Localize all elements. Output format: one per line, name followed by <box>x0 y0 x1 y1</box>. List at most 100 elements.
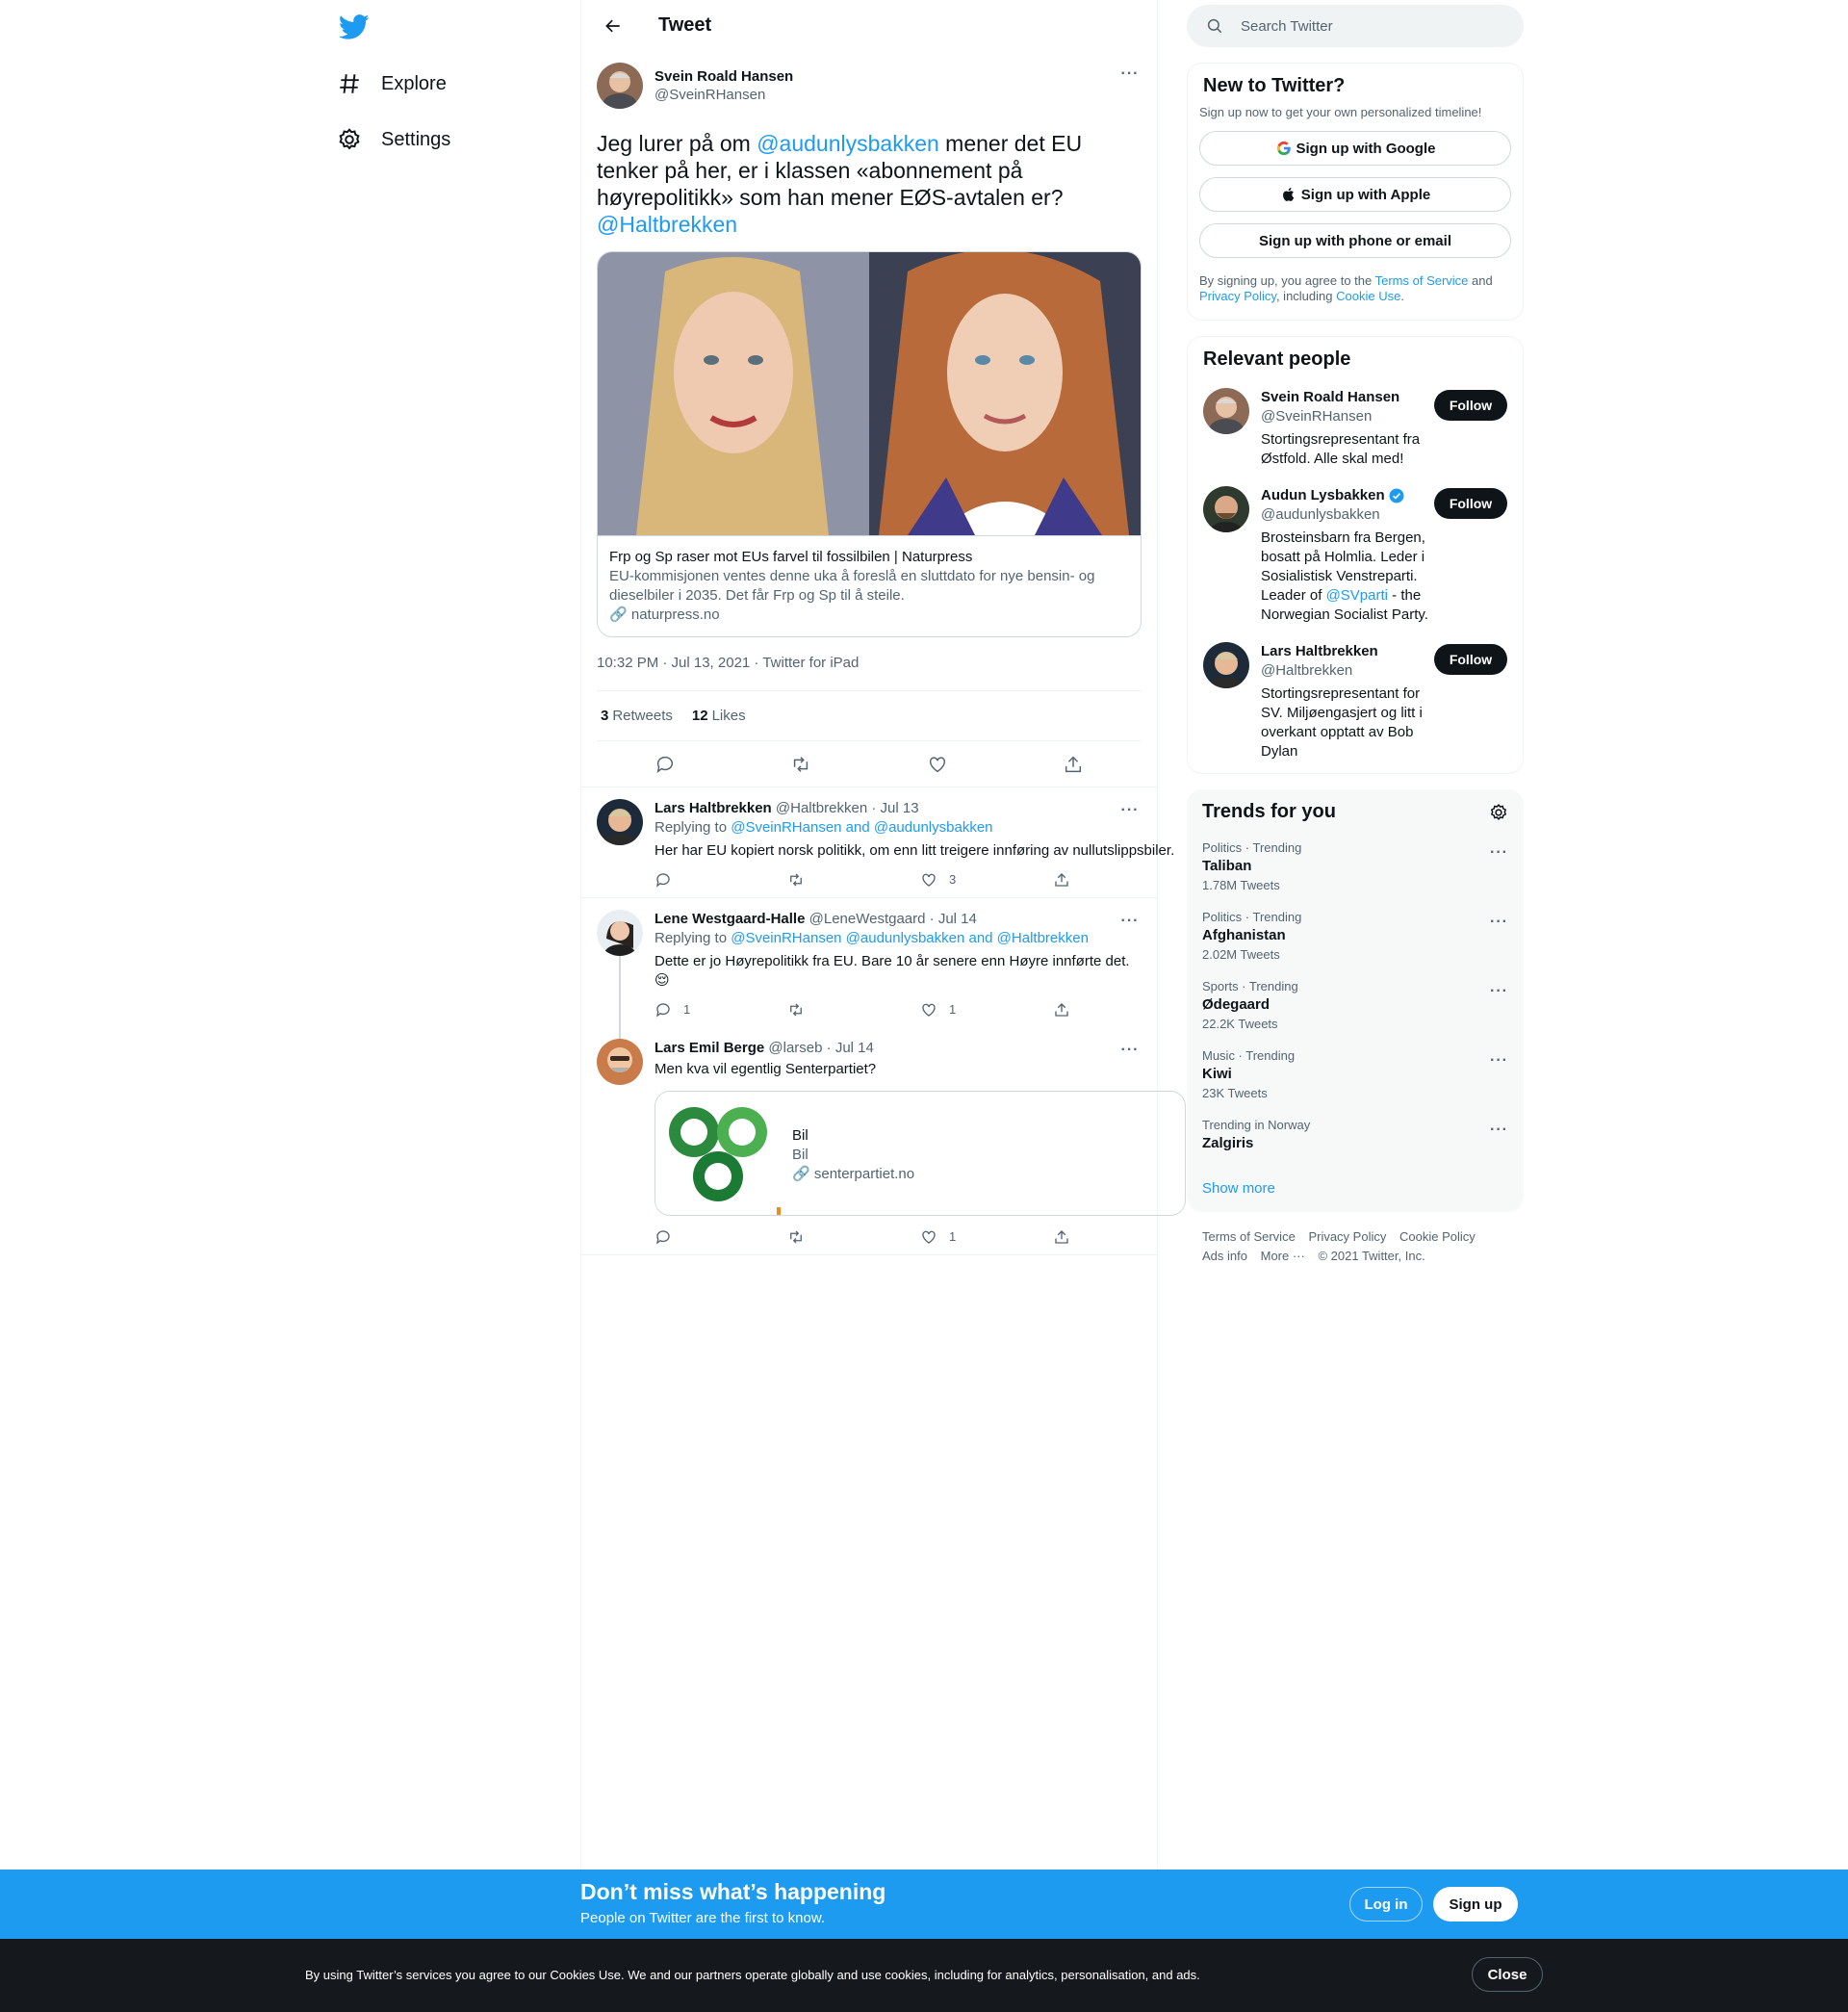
reply-action[interactable] <box>654 1228 787 1246</box>
link-card[interactable]: Bil Bil 🔗 senterpartiet.no <box>654 1091 1186 1216</box>
person-item[interactable]: Lars Haltbrekken @Haltbrekken Stortingsr… <box>1203 642 1507 761</box>
signup-banner: Don’t miss what’s happening People on Tw… <box>0 1870 1848 1939</box>
author-handle[interactable]: @SveinRHansen <box>654 87 793 103</box>
avatar[interactable] <box>597 799 643 845</box>
tweet-more-button[interactable]: ··· <box>1118 910 1142 933</box>
reply-date[interactable]: · Jul 13 <box>871 800 918 816</box>
person-handle[interactable]: @Haltbrekken <box>1261 661 1434 681</box>
login-button[interactable]: Log in <box>1349 1887 1423 1922</box>
reply-author-name[interactable]: Lars Emil Berge <box>654 1040 764 1056</box>
footer-more-link[interactable]: More ··· <box>1261 1249 1305 1263</box>
gear-icon[interactable] <box>1489 803 1508 822</box>
trend-item[interactable]: Trending in Norway Zalgiris ··· <box>1202 1118 1508 1151</box>
trend-item[interactable]: Politics · Trending Afghanistan 2.02M Tw… <box>1202 910 1508 962</box>
signup-google-button[interactable]: Sign up with Google <box>1199 131 1511 166</box>
reply-author-handle[interactable]: @Haltbrekken <box>776 800 867 816</box>
reply-date[interactable]: · Jul 14 <box>827 1040 874 1056</box>
person-item[interactable]: Audun Lysbakken @audunlysbakken Brostein… <box>1203 486 1507 625</box>
avatar[interactable] <box>597 910 643 956</box>
reply-action[interactable] <box>654 871 787 889</box>
privacy-link[interactable]: Privacy Policy <box>1199 289 1276 303</box>
reply-tweet[interactable]: ··· Lars Haltbrekken @Haltbrekken · Jul … <box>581 787 1174 897</box>
replying-to-links[interactable]: @SveinRHansen @audunlysbakken and @Haltb… <box>731 930 1089 946</box>
trend-more-button[interactable]: ··· <box>1490 914 1508 931</box>
trend-more-button[interactable]: ··· <box>1490 844 1508 862</box>
back-button[interactable] <box>597 10 629 42</box>
trend-more-button[interactable]: ··· <box>1490 983 1508 1000</box>
tweet-more-button[interactable]: ··· <box>1118 1039 1142 1062</box>
like-action[interactable]: 1 <box>920 1000 1053 1019</box>
author-name[interactable]: Svein Roald Hansen <box>654 68 793 85</box>
trend-item[interactable]: Politics · Trending Taliban 1.78M Tweets… <box>1202 840 1508 892</box>
reply-action[interactable]: 1 <box>654 1000 787 1019</box>
signup-phone-button[interactable]: Sign up with phone or email <box>1199 223 1511 258</box>
follow-button[interactable]: Follow <box>1434 644 1507 675</box>
footer-cookie-link[interactable]: Cookie Policy <box>1399 1229 1476 1244</box>
avatar[interactable] <box>597 63 643 109</box>
nav-settings[interactable]: Settings <box>337 120 450 159</box>
share-action[interactable] <box>1053 1001 1186 1019</box>
retweet-count[interactable]: 3 Retweets <box>601 708 673 724</box>
avatar[interactable] <box>1203 388 1249 434</box>
senterpartiet-logo <box>655 1092 781 1215</box>
trend-more-button[interactable]: ··· <box>1490 1052 1508 1070</box>
trend-item[interactable]: Music · Trending Kiwi 23K Tweets ··· <box>1202 1048 1508 1100</box>
follow-button[interactable]: Follow <box>1434 488 1507 519</box>
divider <box>581 1254 1157 1255</box>
person-item[interactable]: Svein Roald Hansen @SveinRHansen Stortin… <box>1203 388 1507 469</box>
cookie-link[interactable]: Cookie Use <box>1336 289 1400 303</box>
reply-icon[interactable] <box>654 754 676 775</box>
bio-mention-link[interactable]: @SVparti <box>1326 587 1388 604</box>
avatar[interactable] <box>1203 486 1249 532</box>
reply-tweet[interactable]: ··· Lene Westgaard-Halle @LeneWestgaard … <box>581 897 1157 1047</box>
legal-text: . <box>1400 289 1404 303</box>
tos-link[interactable]: Terms of Service <box>1375 273 1469 288</box>
like-action[interactable]: 3 <box>920 870 1053 890</box>
avatar[interactable] <box>597 1039 643 1085</box>
mention-link[interactable]: @Haltbrekken <box>597 212 737 237</box>
link-card[interactable]: Frp og Sp raser mot EUs farvel til fossi… <box>597 251 1142 637</box>
share-icon[interactable] <box>1063 754 1084 775</box>
like-count[interactable]: 12 Likes <box>692 708 746 724</box>
retweet-action[interactable] <box>787 1228 920 1246</box>
tweet-more-button[interactable]: ··· <box>1118 799 1142 822</box>
reply-author-handle[interactable]: @larseb <box>768 1040 822 1056</box>
search-input[interactable]: Search Twitter <box>1187 5 1524 47</box>
replying-to-links[interactable]: @SveinRHansen and @audunlysbakken <box>731 819 992 836</box>
nav-explore[interactable]: Explore <box>337 64 447 103</box>
share-action[interactable] <box>1053 1228 1186 1246</box>
footer-privacy-link[interactable]: Privacy Policy <box>1308 1229 1386 1244</box>
reply-date[interactable]: · Jul 14 <box>930 911 977 927</box>
reply-tweet[interactable]: ··· Lars Emil Berge @larseb · Jul 14 Men… <box>581 1027 1186 1254</box>
mention-link[interactable]: @audunlysbakken <box>757 131 939 156</box>
trend-name: Afghanistan <box>1202 927 1286 943</box>
heart-icon[interactable] <box>927 754 948 775</box>
reply-author-name[interactable]: Lene Westgaard-Halle <box>654 911 805 927</box>
twitter-logo-icon[interactable] <box>338 12 370 42</box>
retweet-action[interactable] <box>787 1001 920 1019</box>
trend-more-button[interactable]: ··· <box>1490 1122 1508 1139</box>
tweet-timestamp[interactable]: 10:32 PM · Jul 13, 2021 · Twitter for iP… <box>597 655 1142 690</box>
retweet-action[interactable] <box>787 871 920 889</box>
tweet-more-button[interactable]: ··· <box>1118 63 1142 86</box>
cookie-close-button[interactable]: Close <box>1472 1957 1543 1992</box>
footer-ads-link[interactable]: Ads info <box>1202 1249 1247 1263</box>
retweet-icon[interactable] <box>790 754 811 775</box>
main-column: Tweet ··· Svein Roald Hansen @SveinRHans… <box>580 0 1186 2012</box>
person-handle[interactable]: @SveinRHansen <box>1261 407 1434 426</box>
person-name[interactable]: Lars Haltbrekken <box>1261 642 1434 661</box>
show-more-link[interactable]: Show more <box>1202 1180 1508 1197</box>
person-name[interactable]: Svein Roald Hansen <box>1261 388 1434 407</box>
reply-author-name[interactable]: Lars Haltbrekken <box>654 800 772 816</box>
share-action[interactable] <box>1053 871 1186 889</box>
signup-button[interactable]: Sign up <box>1433 1887 1518 1922</box>
follow-button[interactable]: Follow <box>1434 390 1507 421</box>
signup-apple-button[interactable]: Sign up with Apple <box>1199 177 1511 212</box>
like-action[interactable]: 1 <box>920 1227 1053 1247</box>
avatar[interactable] <box>1203 642 1249 688</box>
footer-tos-link[interactable]: Terms of Service <box>1202 1229 1296 1244</box>
reply-author-handle[interactable]: @LeneWestgaard <box>809 911 926 927</box>
person-handle[interactable]: @audunlysbakken <box>1261 505 1434 525</box>
trend-item[interactable]: Sports · Trending Ødegaard 22.2K Tweets … <box>1202 979 1508 1031</box>
person-name[interactable]: Audun Lysbakken <box>1261 486 1434 505</box>
